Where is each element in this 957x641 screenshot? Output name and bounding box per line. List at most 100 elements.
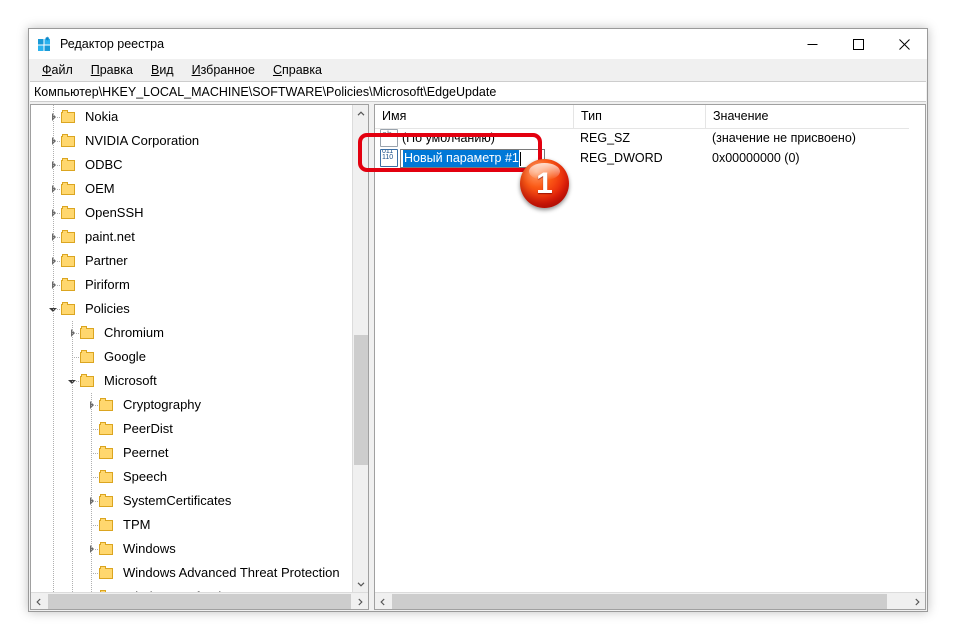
tree-item-systemcertificates[interactable]: SystemCertificates	[31, 489, 352, 513]
tree-guide-line	[72, 585, 73, 592]
tree-item-windows[interactable]: Windows	[31, 537, 352, 561]
tree-item-label: Cryptography	[123, 397, 202, 412]
tree-guide-line	[72, 441, 73, 465]
menu-favorites-accesskey: И	[191, 63, 201, 77]
folder-icon	[61, 301, 76, 316]
folder-icon	[99, 493, 114, 508]
tree-item-label: SystemCertificates	[123, 493, 232, 508]
folder-icon	[99, 421, 114, 436]
tree-item-nvidia-corporation[interactable]: NVIDIA Corporation	[31, 129, 352, 153]
tree-horizontal-scrollbar[interactable]	[31, 592, 368, 609]
tree-item-windows-advanced-threat-protection[interactable]: Windows Advanced Threat Protection	[31, 561, 352, 585]
tree-item-partner[interactable]: Partner	[31, 249, 352, 273]
tree-guide-line	[53, 417, 54, 441]
tree-guide-line	[53, 537, 54, 561]
folder-icon	[99, 469, 114, 484]
menu-view-rest: ид	[159, 63, 174, 77]
menu-item-file[interactable]: Файл	[33, 61, 82, 79]
value-data-cell: 0x00000000 (0)	[712, 151, 800, 165]
folder-icon	[99, 541, 114, 556]
folder-icon	[61, 229, 76, 244]
address-bar[interactable]: Компьютер\HKEY_LOCAL_MACHINE\SOFTWARE\Po…	[30, 81, 926, 102]
column-header-name[interactable]: Имя	[375, 105, 574, 128]
values-column-header: Имя Тип Значение	[375, 105, 925, 129]
value-name-cell: (По умолчанию)	[375, 129, 574, 147]
registry-values-pane: Имя Тип Значение (По умолчанию) REG_SZ (зн…	[374, 104, 926, 610]
tree-item-label: Peernet	[123, 445, 169, 460]
value-type-cell: REG_DWORD	[580, 151, 663, 165]
tree-item-label: Policies	[85, 301, 130, 316]
rename-value-input[interactable]: Новый параметр #1	[400, 149, 545, 168]
minimize-button[interactable]	[789, 29, 835, 59]
maximize-button[interactable]	[835, 29, 881, 59]
value-row[interactable]: (По умолчанию) REG_SZ (значение не присвое…	[375, 128, 925, 148]
values-scroll-right-button[interactable]	[909, 593, 925, 610]
tree-item-piriform[interactable]: Piriform	[31, 273, 352, 297]
tree-item-windows-defender[interactable]: Windows Defender	[31, 585, 352, 592]
tree-guide-line	[53, 513, 54, 537]
tree-item-microsoft[interactable]: Microsoft	[31, 369, 352, 393]
tree-item-openssh[interactable]: OpenSSH	[31, 201, 352, 225]
tree-item-policies[interactable]: Policies	[31, 297, 352, 321]
tree-guide-line	[53, 369, 54, 393]
folder-icon	[61, 253, 76, 268]
tree-item-cryptography[interactable]: Cryptography	[31, 393, 352, 417]
content-panes: Nokia NVIDIA Corporation ODBC OEM OpenSSH pai…	[30, 104, 926, 610]
menu-file-rest: айл	[51, 63, 73, 77]
tree-guide-line	[72, 537, 73, 561]
menu-item-favorites[interactable]: Избранное	[183, 61, 264, 79]
tree-item-label: OEM	[85, 181, 115, 196]
tree-scroll-down-button[interactable]	[353, 575, 369, 592]
tree-item-peernet[interactable]: Peernet	[31, 441, 352, 465]
folder-icon	[61, 277, 76, 292]
tree-guide-line	[53, 345, 54, 369]
values-hscroll-thumb[interactable]	[392, 594, 887, 609]
tree-scroll-up-button[interactable]	[353, 105, 369, 122]
menu-help-rest: правка	[282, 63, 323, 77]
menu-edit-accesskey: П	[90, 63, 100, 77]
tree-guide-line	[53, 489, 54, 513]
tree-item-label: Google	[104, 349, 146, 364]
string-value-icon	[380, 129, 398, 147]
tree-guide-line	[72, 393, 73, 417]
tree-scroll-right-button[interactable]	[352, 593, 368, 610]
tree-hscroll-thumb[interactable]	[48, 594, 351, 609]
tree-vertical-scrollbar[interactable]	[352, 105, 368, 592]
menu-item-edit[interactable]: Правка	[82, 61, 142, 79]
column-header-value[interactable]: Значение	[706, 105, 921, 128]
tree-item-google[interactable]: Google	[31, 345, 352, 369]
values-horizontal-scrollbar[interactable]	[375, 592, 925, 609]
tree-item-label: Partner	[85, 253, 128, 268]
tree-scroll-left-button[interactable]	[31, 593, 47, 610]
column-header-type[interactable]: Тип	[574, 105, 706, 128]
tree-item-label: ODBC	[85, 157, 123, 172]
annotation-step-number: 1	[536, 166, 553, 200]
values-vertical-scrollbar	[909, 105, 925, 592]
value-data-cell: (значение не присвоено)	[712, 131, 856, 145]
tree-guide-line	[53, 585, 54, 592]
tree-item-odbc[interactable]: ODBC	[31, 153, 352, 177]
folder-icon	[99, 517, 114, 532]
tree-item-paint-net[interactable]: paint.net	[31, 225, 352, 249]
window-controls	[789, 29, 927, 59]
menu-edit-rest: равка	[99, 63, 133, 77]
tree-item-peerdist[interactable]: PeerDist	[31, 417, 352, 441]
value-type-cell: REG_SZ	[580, 131, 631, 145]
tree-item-label: Windows Advanced Threat Protection	[123, 565, 340, 580]
tree-item-speech[interactable]: Speech	[31, 465, 352, 489]
tree-scroll-thumb[interactable]	[354, 335, 368, 465]
values-scroll-left-button[interactable]	[375, 593, 391, 610]
close-button[interactable]	[881, 29, 927, 59]
menu-item-help[interactable]: Справка	[264, 61, 331, 79]
tree-item-nokia[interactable]: Nokia	[31, 105, 352, 129]
tree-guide-line	[53, 465, 54, 489]
menu-item-view[interactable]: Вид	[142, 61, 183, 79]
annotation-step-badge: 1	[520, 159, 569, 208]
tree-item-tpm[interactable]: TPM	[31, 513, 352, 537]
folder-icon	[61, 109, 76, 124]
tree-item-label: Speech	[123, 469, 168, 484]
values-list: (По умолчанию) REG_SZ (значение не присвое…	[375, 128, 925, 592]
tree-item-chromium[interactable]: Chromium	[31, 321, 352, 345]
folder-icon	[80, 349, 95, 364]
tree-item-oem[interactable]: OEM	[31, 177, 352, 201]
